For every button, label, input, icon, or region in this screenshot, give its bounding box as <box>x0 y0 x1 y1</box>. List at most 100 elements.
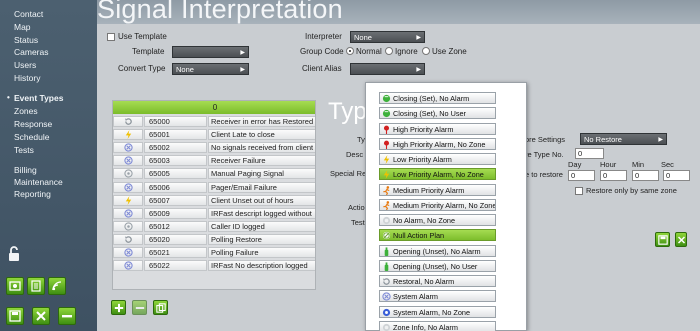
event-list-header[interactable]: 0 <box>113 101 315 114</box>
table-row[interactable]: 65005 Manual Paging Signal <box>113 168 315 180</box>
event-description: IRFast No description logged <box>208 260 315 272</box>
table-row[interactable]: 65006 Pager/Email Failure <box>113 181 315 194</box>
null-icon <box>382 231 391 240</box>
interpreter-label: Interpreter <box>305 32 342 41</box>
sidebar-item-cameras[interactable]: Cameras <box>14 47 48 57</box>
system-icon <box>113 155 143 167</box>
remove-button[interactable] <box>58 307 76 325</box>
popup-item[interactable]: Low Priority Alarm, No Zone <box>379 168 496 181</box>
table-row[interactable]: 65007 Client Unset out of hours <box>113 194 315 207</box>
popup-item-label: Medium Priority Alarm <box>393 185 465 195</box>
sidebar-item-tests[interactable]: Tests <box>14 145 34 155</box>
popup-item[interactable]: System Alarm <box>379 290 496 303</box>
panel-save-button[interactable] <box>655 232 670 247</box>
table-row[interactable]: 65009 IRFast descript logged without <box>113 207 315 220</box>
sidebar-item-contact[interactable]: Contact <box>14 9 43 19</box>
sidebar-item-users[interactable]: Users <box>14 60 36 70</box>
client-alias-select[interactable]: ▶ <box>350 63 425 75</box>
copy-button[interactable] <box>153 300 168 315</box>
system-icon <box>113 181 143 193</box>
table-row[interactable]: 65001 Client Late to close <box>113 129 315 141</box>
sidebar-item-schedule[interactable]: Schedule <box>14 132 49 142</box>
grey-dot-icon <box>382 323 391 331</box>
event-code: 65009 <box>144 207 207 219</box>
sec-input[interactable]: 0 <box>663 170 690 181</box>
table-row[interactable]: 65021 Polling Failure <box>113 247 315 259</box>
sidebar-item-maintenance[interactable]: Maintenance <box>14 177 63 187</box>
table-row[interactable]: 65002 No signals received from client <box>113 142 315 154</box>
sidebar-item-status[interactable]: Status <box>14 35 38 45</box>
normal-radio-label: Normal <box>356 47 382 56</box>
event-description: Receiver Failure <box>208 155 315 167</box>
popup-item[interactable]: Zone Info, No Alarm <box>379 320 496 331</box>
close-icon <box>677 235 685 244</box>
chevron-right-icon: ▶ <box>416 35 421 41</box>
panel-cancel-button[interactable] <box>675 232 687 247</box>
popup-item[interactable]: Restoral, No Alarm <box>379 275 496 287</box>
hour-label: Hour <box>600 160 617 169</box>
client-alias-label: Client Alias <box>302 64 342 73</box>
popup-item[interactable]: Closing (Set), No User <box>379 107 496 120</box>
table-row[interactable]: 65000 Receiver in error has Restored <box>113 116 315 128</box>
popup-item[interactable]: Low Priority Alarm <box>379 153 496 165</box>
save-button[interactable] <box>6 307 24 325</box>
sidebar-item-billing[interactable]: Billing <box>14 165 37 175</box>
popup-item[interactable]: Medium Priority Alarm <box>379 183 496 196</box>
popup-item[interactable]: Medium Priority Alarm, No Zone <box>379 198 496 211</box>
table-row[interactable]: 65012 Caller ID logged <box>113 220 315 233</box>
list-button[interactable] <box>27 277 45 295</box>
restore-icon <box>113 116 143 127</box>
ignore-radio[interactable] <box>385 47 393 55</box>
restore-type-input[interactable]: 0 <box>575 148 604 159</box>
sidebar-item-event-types[interactable]: • Event Types <box>7 93 64 103</box>
popup-item-label: Zone Info, No Alarm <box>393 322 458 331</box>
grey-dot-icon <box>382 216 391 225</box>
system-icon <box>113 142 143 154</box>
template-select[interactable]: ▶ <box>172 46 249 58</box>
sidebar-item-reporting[interactable]: Reporting <box>14 189 51 199</box>
table-row[interactable]: 65003 Receiver Failure <box>113 155 315 167</box>
table-row[interactable]: 65020 Polling Restore <box>113 233 315 246</box>
popup-item[interactable]: Closing (Set), No Alarm <box>379 92 496 104</box>
add-button[interactable] <box>111 300 126 315</box>
use-template-checkbox[interactable] <box>107 33 115 41</box>
template-label: Template <box>132 47 165 56</box>
sidebar-item-response[interactable]: Response <box>14 119 52 129</box>
sidebar-item-map[interactable]: Map <box>14 22 31 32</box>
event-type-popup[interactable]: Closing (Set), No Alarm Closing (Set), No… <box>365 82 527 331</box>
sidebar-item-zones[interactable]: Zones <box>14 106 38 116</box>
popup-item[interactable]: Opening (Unset), No User <box>379 259 496 272</box>
event-code: 65000 <box>144 116 207 127</box>
restore-same-zone-checkbox[interactable] <box>575 187 583 195</box>
interpreter-select[interactable]: None ▶ <box>350 31 425 43</box>
unlock-icon[interactable] <box>8 246 24 262</box>
sidebar-item-label: Event Types <box>14 93 64 103</box>
restore-settings-select[interactable]: No Restore ▶ <box>580 133 667 145</box>
normal-radio[interactable] <box>346 47 354 55</box>
minus-icon <box>135 306 144 309</box>
popup-item[interactable]: Opening (Unset), No Alarm <box>379 244 496 257</box>
signal-button[interactable] <box>48 277 66 295</box>
hour-input[interactable]: 0 <box>600 170 627 181</box>
sidebar-item-history[interactable]: History <box>14 73 40 83</box>
popup-item[interactable]: No Alarm, No Zone <box>379 214 496 226</box>
list-icon <box>31 280 41 292</box>
popup-item-label: No Alarm, No Zone <box>393 216 456 225</box>
table-row[interactable]: 65022 IRFast No description logged <box>113 260 315 272</box>
cancel-button[interactable] <box>32 307 50 325</box>
day-input[interactable]: 0 <box>568 170 595 181</box>
popup-item[interactable]: High Priority Alarm, No Zone <box>379 137 496 150</box>
convert-type-select[interactable]: None ▶ <box>172 63 249 75</box>
camera-capture-button[interactable] <box>6 277 24 295</box>
event-description: Caller ID logged <box>208 220 315 232</box>
green-dot-icon <box>382 94 391 103</box>
popup-item[interactable]: Null Action Plan <box>379 229 496 242</box>
popup-item[interactable]: System Alarm, No Zone <box>379 305 496 318</box>
description-label: Desc <box>346 150 364 159</box>
delete-button[interactable] <box>132 300 147 315</box>
event-list[interactable]: 0 65000 Receiver in error has Restored 650… <box>112 100 316 290</box>
use-zone-radio[interactable] <box>422 47 430 55</box>
min-input[interactable]: 0 <box>632 170 659 181</box>
popup-item[interactable]: High Priority Alarm <box>379 122 496 135</box>
time-to-restore-label: e to restore <box>525 170 563 179</box>
